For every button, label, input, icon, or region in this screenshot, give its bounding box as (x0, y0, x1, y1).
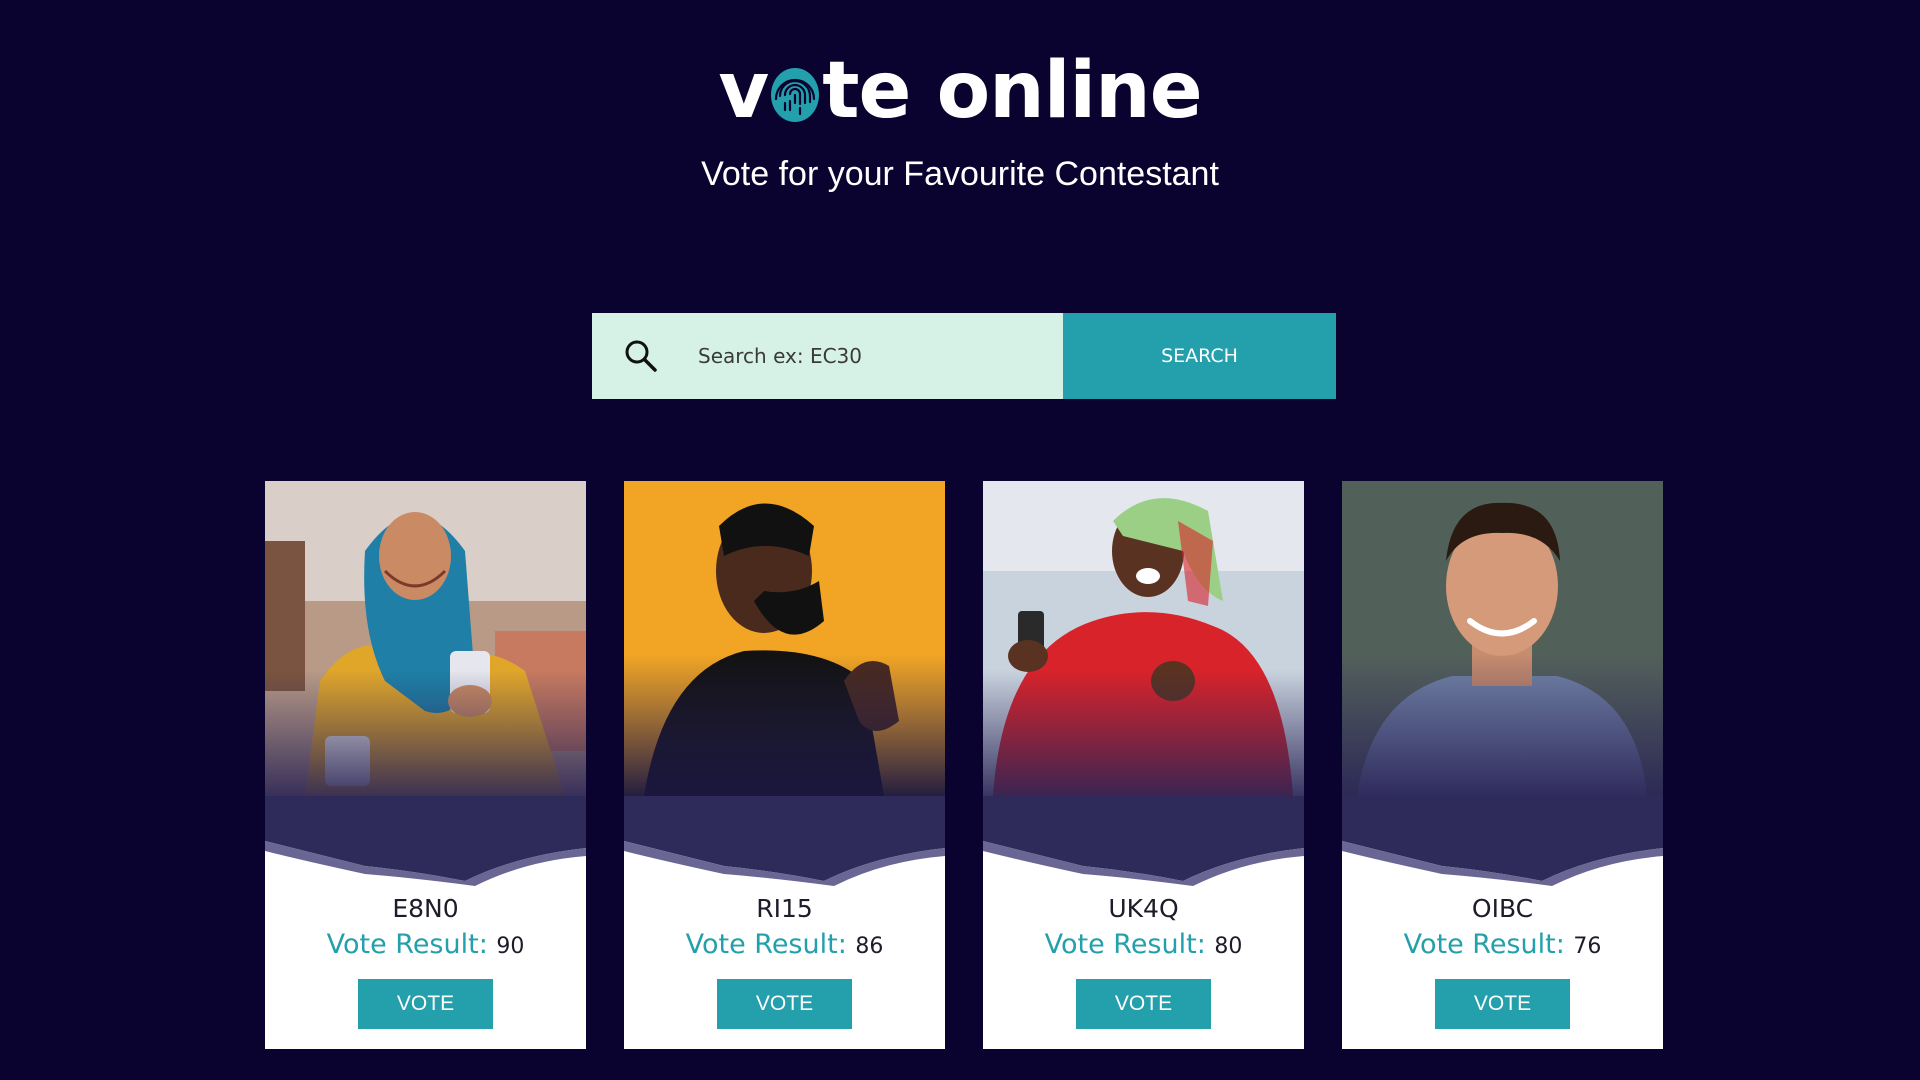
search-field[interactable] (592, 313, 1063, 399)
page-subtitle: Vote for your Favourite Contestant (701, 155, 1219, 193)
vote-button[interactable]: VOTE (717, 979, 852, 1029)
fingerprint-icon (770, 58, 820, 122)
vote-result: Vote Result: 90 (265, 929, 586, 960)
contestant-photo (265, 481, 586, 796)
card-wave-decoration (265, 796, 586, 886)
contestant-photo (624, 481, 945, 796)
contestant-card: UK4Q Vote Result: 80 VOTE (983, 481, 1304, 1049)
vote-result: Vote Result: 86 (624, 929, 945, 960)
search-button[interactable]: SEARCH (1063, 313, 1336, 399)
logo: v te online (0, 52, 1920, 130)
vote-result: Vote Result: 80 (983, 929, 1304, 960)
vote-result-label: Vote Result: (1044, 929, 1206, 960)
contestant-card: OIBC Vote Result: 76 VOTE (1342, 481, 1663, 1049)
vote-result-label: Vote Result: (1403, 929, 1565, 960)
search-icon (625, 340, 657, 372)
contestant-code: E8N0 (392, 894, 459, 923)
contestant-code: UK4Q (1108, 894, 1179, 923)
vote-result-value: 76 (1573, 934, 1602, 959)
card-wave-decoration (624, 796, 945, 886)
card-wave-decoration (1342, 796, 1663, 886)
search-bar: SEARCH (592, 313, 1336, 399)
logo-text-prefix: v (718, 46, 769, 136)
card-wave-decoration (983, 796, 1304, 886)
contestant-code: OIBC (1471, 894, 1534, 923)
vote-button[interactable]: VOTE (1435, 979, 1570, 1029)
vote-result-value: 86 (855, 934, 884, 959)
vote-result-value: 80 (1214, 934, 1243, 959)
logo-text-suffix: te online (822, 46, 1202, 136)
contestant-photo (983, 481, 1304, 796)
vote-button[interactable]: VOTE (1076, 979, 1211, 1029)
contestant-card: E8N0 Vote Result: 90 VOTE (265, 481, 586, 1049)
vote-result-label: Vote Result: (326, 929, 488, 960)
search-input[interactable] (696, 343, 1040, 369)
vote-result-value: 90 (496, 934, 525, 959)
vote-result-label: Vote Result: (685, 929, 847, 960)
contestant-photo (1342, 481, 1663, 796)
contestant-code: RI15 (756, 894, 813, 923)
vote-button[interactable]: VOTE (358, 979, 493, 1029)
contestant-card: RI15 Vote Result: 86 VOTE (624, 481, 945, 1049)
vote-result: Vote Result: 76 (1342, 929, 1663, 960)
